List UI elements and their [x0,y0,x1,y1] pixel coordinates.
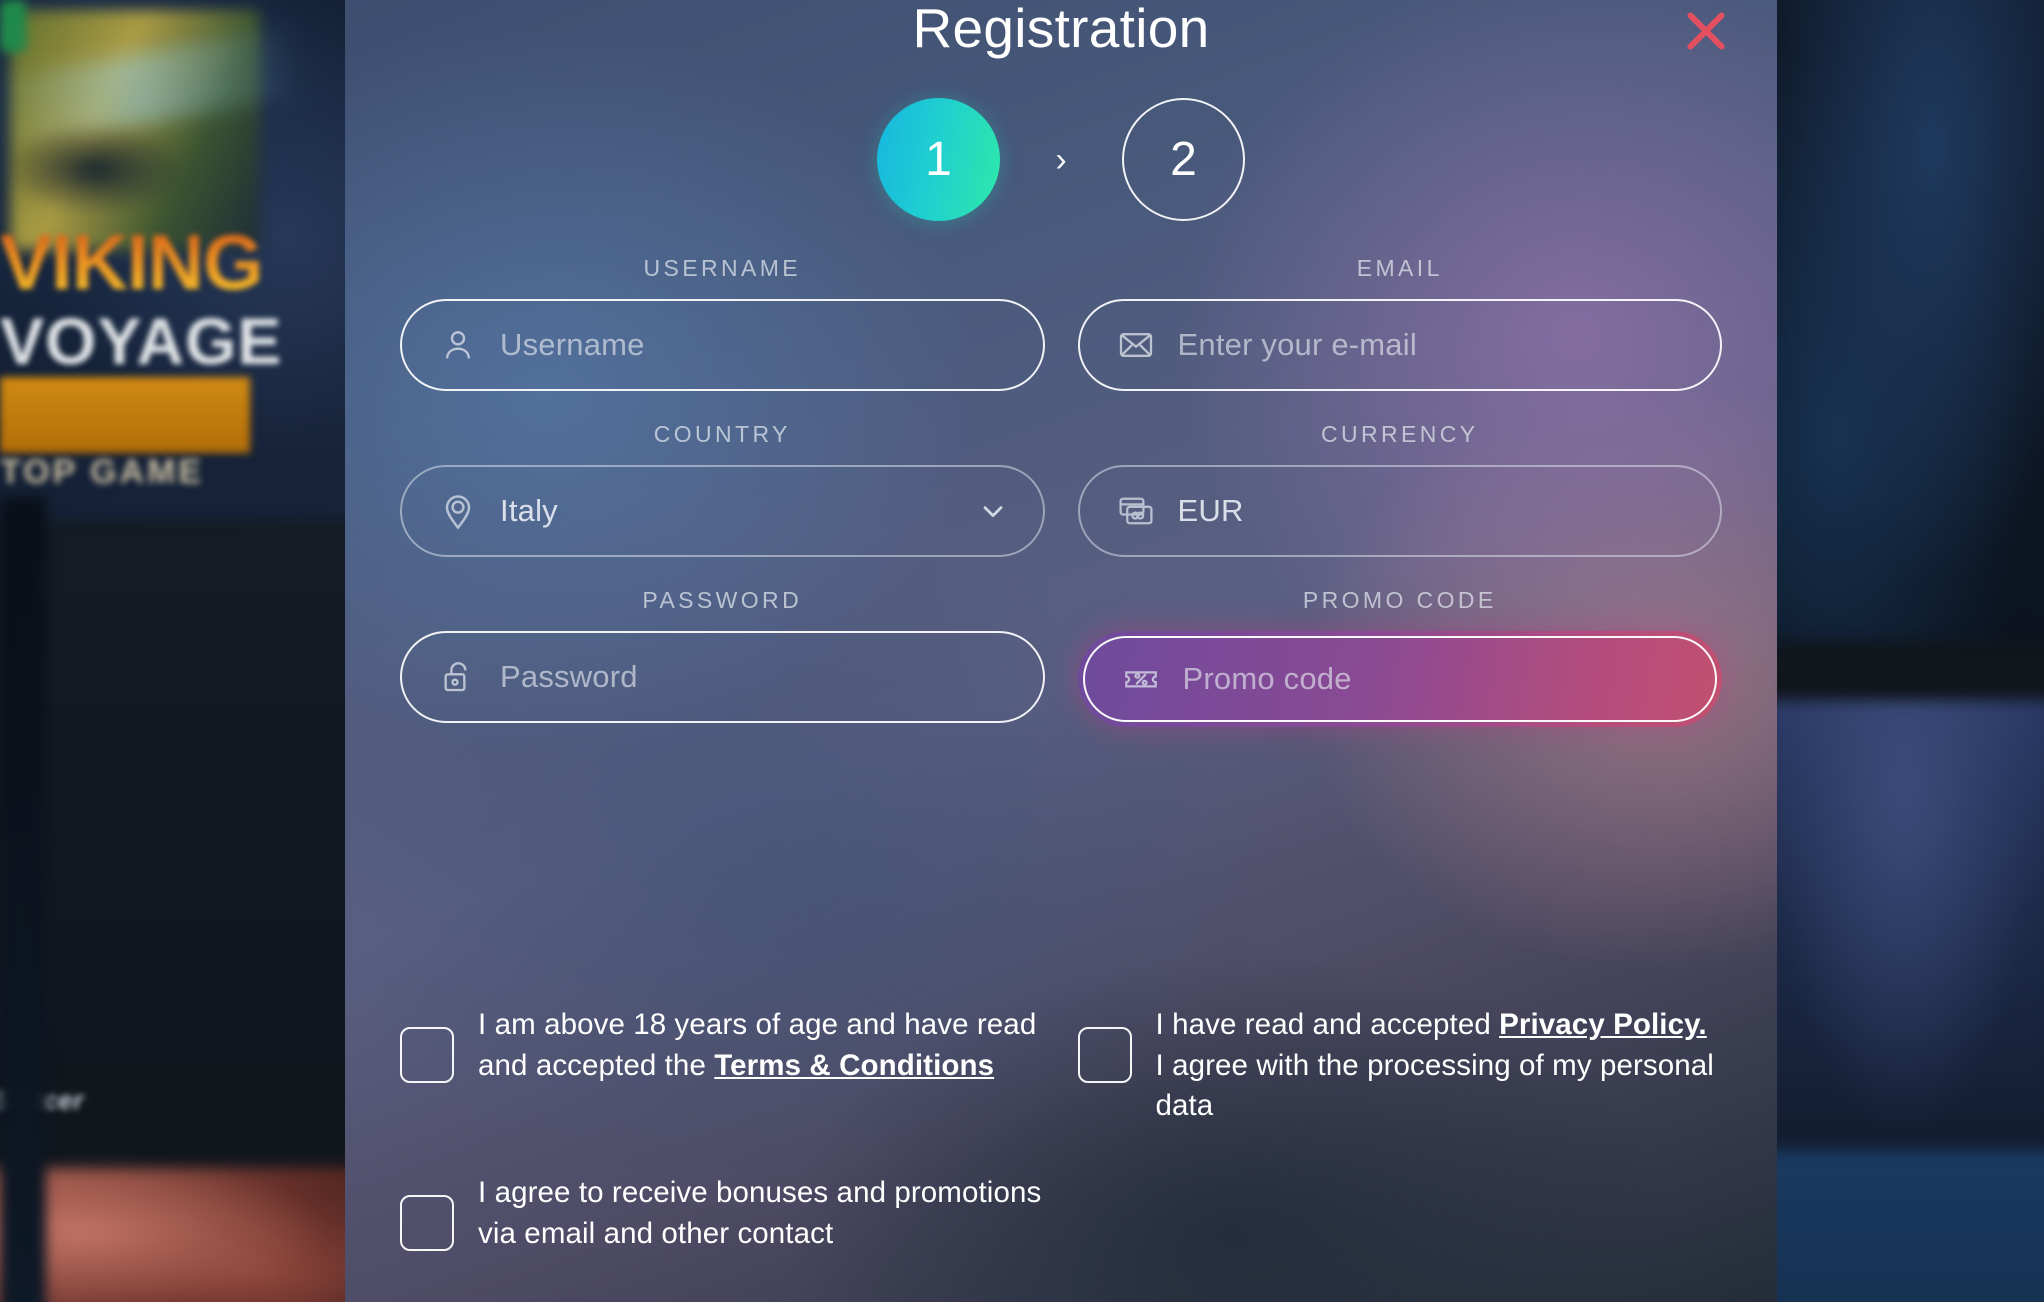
consent-section: I am above 18 years of age and have read… [345,1005,1777,1301]
background-voyage-label: VOYAGE [0,304,283,378]
background-game-thumb-viking [1754,700,2044,1160]
ticket-percent-icon [1119,657,1163,701]
background-viking-bird [0,122,190,217]
currency-value: EUR [1177,493,1244,528]
username-label: USERNAME [643,255,802,281]
promo-placeholder: Promo code [1182,661,1352,696]
email-placeholder: Enter your e-mail [1177,327,1417,362]
consent-privacy-post: I agree with the processing of my person… [1155,1048,1714,1123]
consent-age-terms-text: I am above 18 years of age and have read… [478,1005,1045,1086]
background-green-badge [0,0,26,52]
username-input[interactable]: Username [400,299,1045,391]
country-select[interactable]: Italy [400,465,1045,557]
email-label: EMAIL [1356,255,1443,281]
checkbox-privacy-policy[interactable] [1077,1027,1132,1083]
terms-and-conditions-link[interactable]: Terms & Conditions [714,1049,994,1082]
background-game-thumb-left-bottom [0,1168,380,1302]
password-input[interactable]: Password [400,631,1045,723]
chevron-down-icon[interactable] [977,495,1009,527]
checkbox-age-terms[interactable] [400,1027,454,1083]
registration-form: USERNAME Username EMAIL Enter your e-mai… [345,255,1777,757]
username-placeholder: Username [500,327,645,362]
step-separator-icon: › [1055,140,1067,179]
step-indicator: 1 › 2 [345,98,1777,221]
country-value: Italy [500,493,558,528]
padlock-icon [436,655,480,699]
modal-title: Registration [912,0,1210,59]
map-pin-icon [436,489,480,533]
form-row-locale: COUNTRY Italy CURRENCY EUR [400,421,1722,557]
field-email: EMAIL Enter your e-mail [1077,255,1722,391]
background-viking-label: VIKING [0,217,300,306]
background-tile-right-bottom [1734,1150,2044,1302]
country-label: COUNTRY [653,421,791,447]
screen: Soccer VIKING VOYAGE TOP GAME Registrati… [0,0,2044,1302]
password-placeholder: Password [500,659,638,694]
consent-privacy-pre: I have read and accepted [1155,1008,1500,1041]
promo-label: PROMO CODE [1302,587,1497,613]
consent-privacy-policy[interactable]: I have read and accepted Privacy Policy.… [1077,1005,1723,1127]
consent-spacer [1078,1173,1723,1254]
consent-age-terms[interactable]: I am above 18 years of age and have read… [400,1005,1045,1127]
consent-row-marketing: I agree to receive bonuses and promotion… [400,1173,1722,1254]
field-password: PASSWORD Password [400,587,1045,727]
email-input[interactable]: Enter your e-mail [1077,299,1722,391]
form-row-identity: USERNAME Username EMAIL Enter your e-mai… [400,255,1722,391]
consent-marketing-text: I agree to receive bonuses and promotion… [478,1176,1042,1250]
registration-modal: Registration 1 › 2 USERNAME Username EMA… [345,0,1777,1302]
promo-input[interactable]: Promo code [1082,636,1717,722]
background-tile-right-top [1734,0,2044,640]
checkbox-marketing[interactable] [400,1195,454,1252]
cards-icon [1114,489,1158,533]
promo-highlight-wrapper: Promo code [1077,631,1722,727]
background-top-game-label: TOP GAME [0,453,205,491]
field-username: USERNAME Username [400,255,1045,391]
form-row-secure: PASSWORD Password PROMO CODE Promo code [400,587,1722,727]
envelope-icon [1114,323,1158,367]
user-icon [436,323,480,367]
close-icon[interactable] [1677,2,1735,60]
currency-label: CURRENCY [1320,421,1479,447]
step-2[interactable]: 2 [1122,98,1245,221]
field-country: COUNTRY Italy [400,421,1045,557]
password-label: PASSWORD [642,587,803,613]
background-right-edge [0,497,46,1302]
background-top-game-badge [0,377,250,453]
currency-select[interactable]: EUR [1077,465,1722,557]
privacy-policy-link[interactable]: Privacy Policy. [1499,1008,1707,1041]
step-1[interactable]: 1 [877,98,1000,221]
field-currency: CURRENCY EUR [1077,421,1722,557]
background-panel-left [0,520,380,1060]
field-promo: PROMO CODE Promo code [1077,587,1722,727]
consent-marketing[interactable]: I agree to receive bonuses and promotion… [400,1173,1045,1254]
consent-privacy-policy-text: I have read and accepted Privacy Policy.… [1156,1005,1723,1127]
consent-row-primary: I am above 18 years of age and have read… [400,1005,1722,1127]
